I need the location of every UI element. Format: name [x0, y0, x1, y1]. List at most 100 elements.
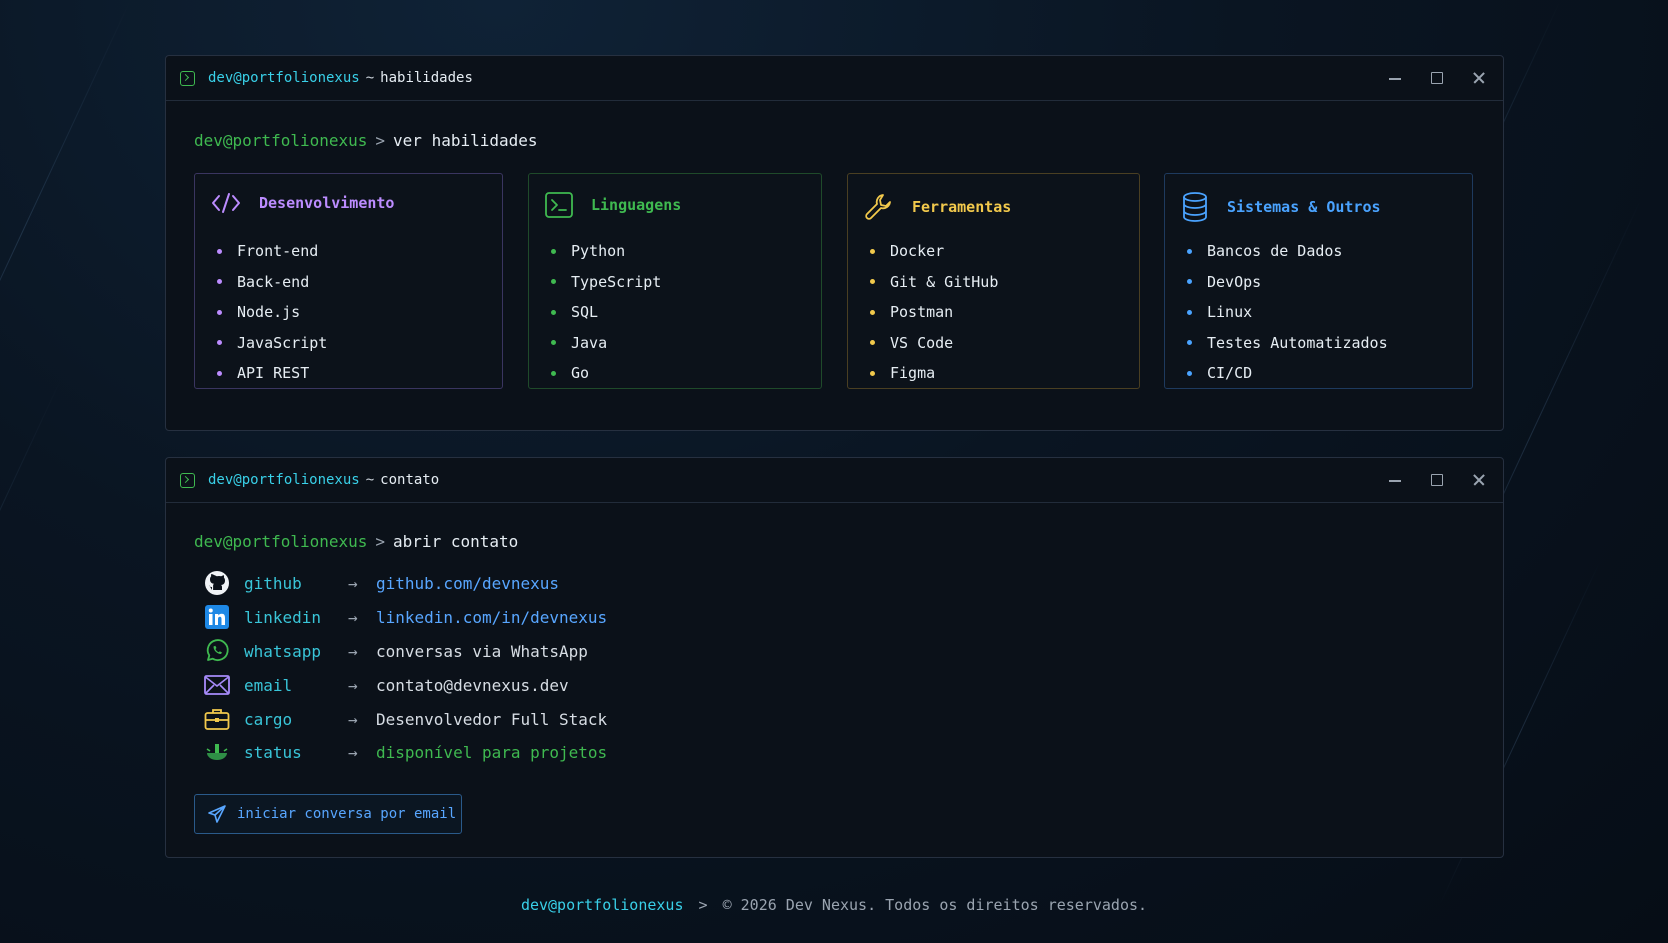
- list-item: Go: [551, 358, 661, 389]
- contact-value: Desenvolvedor Full Stack: [376, 709, 608, 729]
- list-item: Linux: [1187, 297, 1388, 328]
- card-header: Desenvolvimento: [211, 192, 394, 214]
- contact-value[interactable]: conversas via WhatsApp: [376, 642, 588, 661]
- code-icon: [212, 193, 240, 213]
- list-item: Back-end: [217, 267, 327, 298]
- title-path: contato: [380, 472, 440, 488]
- contact-link[interactable]: github.com/devnexus: [376, 574, 559, 593]
- card-title: Desenvolvimento: [259, 194, 395, 212]
- list-item: JavaScript: [217, 328, 327, 359]
- mail-icon: [204, 672, 230, 698]
- title-separator: ~: [365, 472, 375, 488]
- skill-card-sistemas: Sistemas & Outros Bancos de Dados DevOps…: [1164, 173, 1473, 389]
- minimize-icon[interactable]: [1385, 470, 1405, 490]
- list-item: SQL: [551, 297, 661, 328]
- title-user: dev@portfolionexus: [208, 70, 360, 86]
- footer-text: © 2026 Dev Nexus. Todos os direitos rese…: [722, 896, 1148, 914]
- contact-row-email[interactable]: email → contato@devnexus.dev: [204, 672, 569, 698]
- contact-key: whatsapp: [244, 641, 322, 661]
- list-item: Docker: [870, 236, 998, 267]
- github-icon: [204, 570, 230, 596]
- list-item: Figma: [870, 358, 998, 389]
- contact-row-github[interactable]: github → github.com/devnexus: [204, 570, 559, 596]
- contact-value[interactable]: contato@devnexus.dev: [376, 676, 569, 695]
- database-icon: [1183, 192, 1207, 222]
- terminal-icon: [545, 192, 573, 218]
- skills-prompt: dev@portfolionexus > ver habilidades: [194, 131, 538, 150]
- minimize-icon[interactable]: [1385, 68, 1405, 88]
- window-controls: [1385, 458, 1489, 502]
- contact-key: status: [244, 742, 302, 762]
- prompt-user: dev@portfolionexus: [194, 131, 368, 150]
- card-title: Ferramentas: [912, 198, 1012, 216]
- maximize-icon[interactable]: [1427, 470, 1447, 490]
- list-item: Node.js: [217, 297, 327, 328]
- background-streak: [0, 380, 61, 888]
- list-item: VS Code: [870, 328, 998, 359]
- prompt-arrow: >: [375, 532, 386, 551]
- status-value: disponível para projetos: [376, 742, 608, 762]
- card-list: Docker Git & GitHub Postman VS Code Figm…: [870, 236, 998, 389]
- contact-arrow: →: [348, 742, 358, 762]
- list-item: API REST: [217, 358, 327, 389]
- close-icon[interactable]: [1469, 470, 1489, 490]
- contact-key: cargo: [244, 709, 293, 729]
- card-header: Ferramentas: [864, 192, 1011, 222]
- background-streak: [0, 0, 131, 472]
- skills-titlebar: dev@portfolionexus ~ habilidades: [166, 56, 1503, 101]
- card-title: Linguagens: [591, 196, 682, 214]
- card-list: Front-end Back-end Node.js JavaScript AP…: [217, 236, 327, 389]
- terminal-check-icon: [180, 472, 195, 488]
- title-path: habilidades: [380, 70, 473, 86]
- contact-prompt: dev@portfolionexus > abrir contato: [194, 532, 518, 551]
- briefcase-icon: [204, 706, 230, 732]
- start-email-button[interactable]: iniciar conversa por email: [194, 794, 462, 834]
- status-icon: [204, 739, 230, 765]
- list-item: Git & GitHub: [870, 267, 998, 298]
- contact-titlebar: dev@portfolionexus ~ contato: [166, 458, 1503, 503]
- contact-arrow: →: [348, 675, 358, 695]
- title-separator: ~: [365, 70, 375, 86]
- list-item: DevOps: [1187, 267, 1388, 298]
- footer-user: dev@portfolionexus: [520, 896, 684, 914]
- prompt-user: dev@portfolionexus: [194, 532, 368, 551]
- list-item: TypeScript: [551, 267, 661, 298]
- footer: dev@portfolionexus > © 2026 Dev Nexus. T…: [0, 896, 1668, 914]
- contact-key: github: [244, 573, 302, 593]
- skill-card-linguagens: Linguagens Python TypeScript SQL Java Go: [528, 173, 822, 389]
- contact-row-status: status → disponível para projetos: [204, 739, 607, 765]
- maximize-icon[interactable]: [1427, 68, 1447, 88]
- list-item: Bancos de Dados: [1187, 236, 1388, 267]
- whatsapp-icon: [204, 638, 230, 664]
- terminal-check-icon: [180, 70, 195, 86]
- contact-arrow: →: [348, 709, 358, 729]
- close-icon[interactable]: [1469, 68, 1489, 88]
- card-list: Python TypeScript SQL Java Go: [551, 236, 661, 389]
- contact-link[interactable]: linkedin.com/in/devnexus: [376, 608, 607, 627]
- wrench-icon: [865, 194, 891, 220]
- contact-row-whatsapp[interactable]: whatsapp → conversas via WhatsApp: [204, 638, 588, 664]
- card-header: Sistemas & Outros: [1181, 192, 1381, 222]
- card-list: Bancos de Dados DevOps Linux Testes Auto…: [1187, 236, 1388, 389]
- list-item: Postman: [870, 297, 998, 328]
- contact-arrow: →: [348, 573, 358, 593]
- prompt-command: ver habilidades: [393, 131, 538, 150]
- linkedin-icon: [204, 604, 230, 630]
- list-item: CI/CD: [1187, 358, 1388, 389]
- footer-arrow: >: [698, 896, 708, 914]
- contact-key: email: [244, 675, 293, 695]
- list-item: Java: [551, 328, 661, 359]
- list-item: Front-end: [217, 236, 327, 267]
- card-title: Sistemas & Outros: [1227, 198, 1381, 216]
- prompt-arrow: >: [375, 131, 386, 150]
- start-email-label: iniciar conversa por email: [237, 806, 457, 822]
- prompt-command: abrir contato: [393, 532, 519, 551]
- list-item: Python: [551, 236, 661, 267]
- card-header: Linguagens: [545, 192, 681, 218]
- skill-card-ferramentas: Ferramentas Docker Git & GitHub Postman …: [847, 173, 1140, 389]
- send-icon: [208, 805, 226, 823]
- skills-window: dev@portfolionexus ~ habilidades dev@por…: [165, 55, 1504, 431]
- contact-row-linkedin[interactable]: linkedin → linkedin.com/in/devnexus: [204, 604, 607, 630]
- skill-card-desenvolvimento: Desenvolvimento Front-end Back-end Node.…: [194, 173, 503, 389]
- title-user: dev@portfolionexus: [208, 472, 360, 488]
